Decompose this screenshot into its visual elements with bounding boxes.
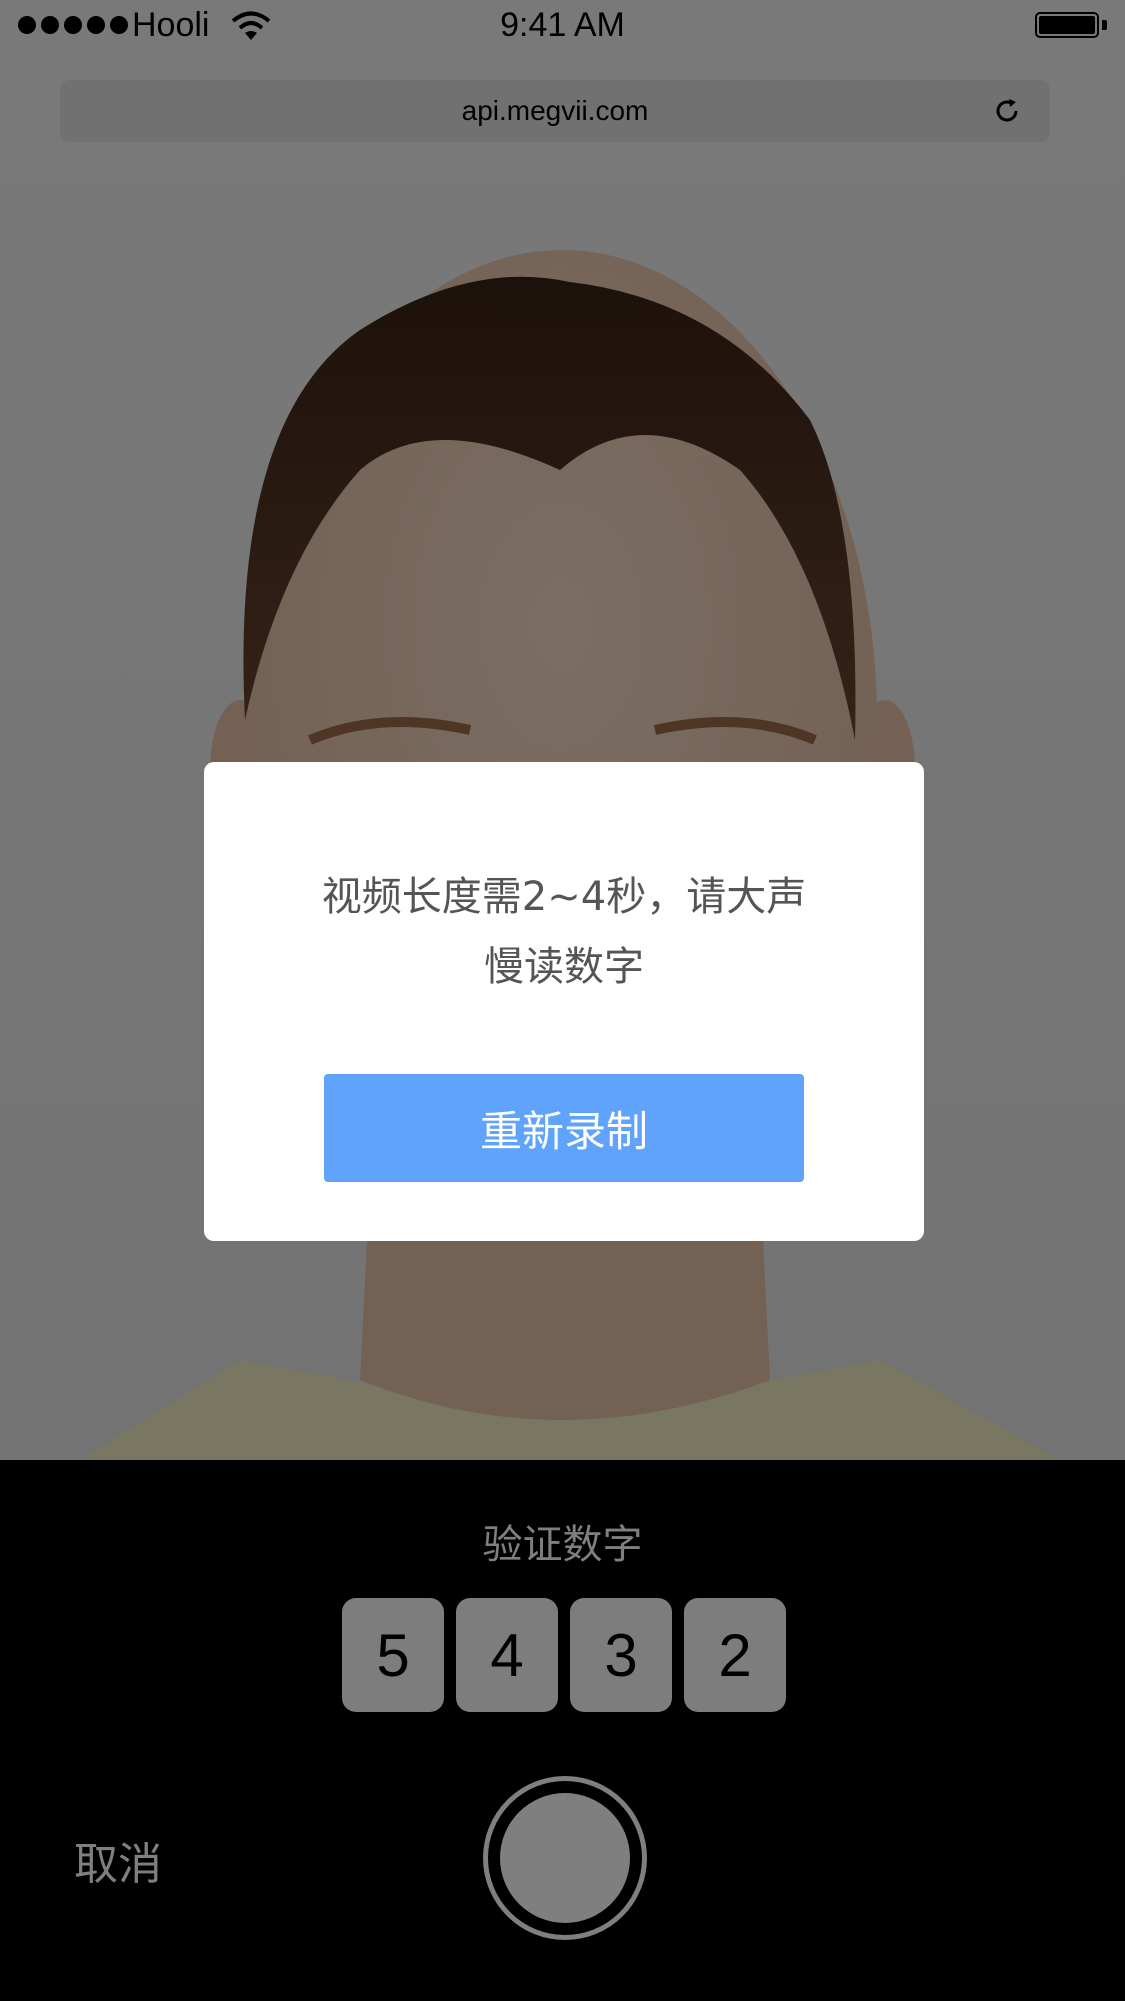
digit-box: 5: [342, 1598, 444, 1712]
verify-digits-title: 验证数字: [482, 1522, 643, 1568]
reload-icon[interactable]: [992, 96, 1022, 126]
retry-record-button[interactable]: 重新录制: [324, 1074, 804, 1182]
digit-box: 4: [456, 1598, 558, 1712]
face-preview-image: [80, 250, 1060, 1460]
digit-box: 2: [684, 1598, 786, 1712]
url-text: api.megvii.com: [461, 95, 649, 126]
cancel-button[interactable]: 取消: [74, 1828, 162, 1892]
alert-dialog: 视频长度需2~4秒，请大声 慢读数字 重新录制: [204, 762, 924, 1241]
dialog-message-line1: 视频长度需2~4秒，请大声: [321, 874, 807, 920]
digit-box: 3: [570, 1598, 672, 1712]
digit-list: 5 4 3 2: [342, 1598, 786, 1712]
camera-preview: [0, 0, 1125, 1460]
dialog-message: 视频长度需2~4秒，请大声 慢读数字: [264, 862, 864, 1002]
shutter-record-icon[interactable]: [483, 1776, 647, 1940]
shutter-inner: [500, 1793, 630, 1923]
dialog-message-line2: 慢读数字: [484, 944, 644, 990]
bottom-panel: 验证数字 5 4 3 2 取消: [0, 1460, 1125, 2001]
status-bar: Hooli 9:41 AM: [0, 0, 1125, 54]
clock: 9:41 AM: [500, 6, 625, 44]
battery-icon: [1035, 12, 1107, 40]
address-bar[interactable]: api.megvii.com: [60, 80, 1050, 142]
